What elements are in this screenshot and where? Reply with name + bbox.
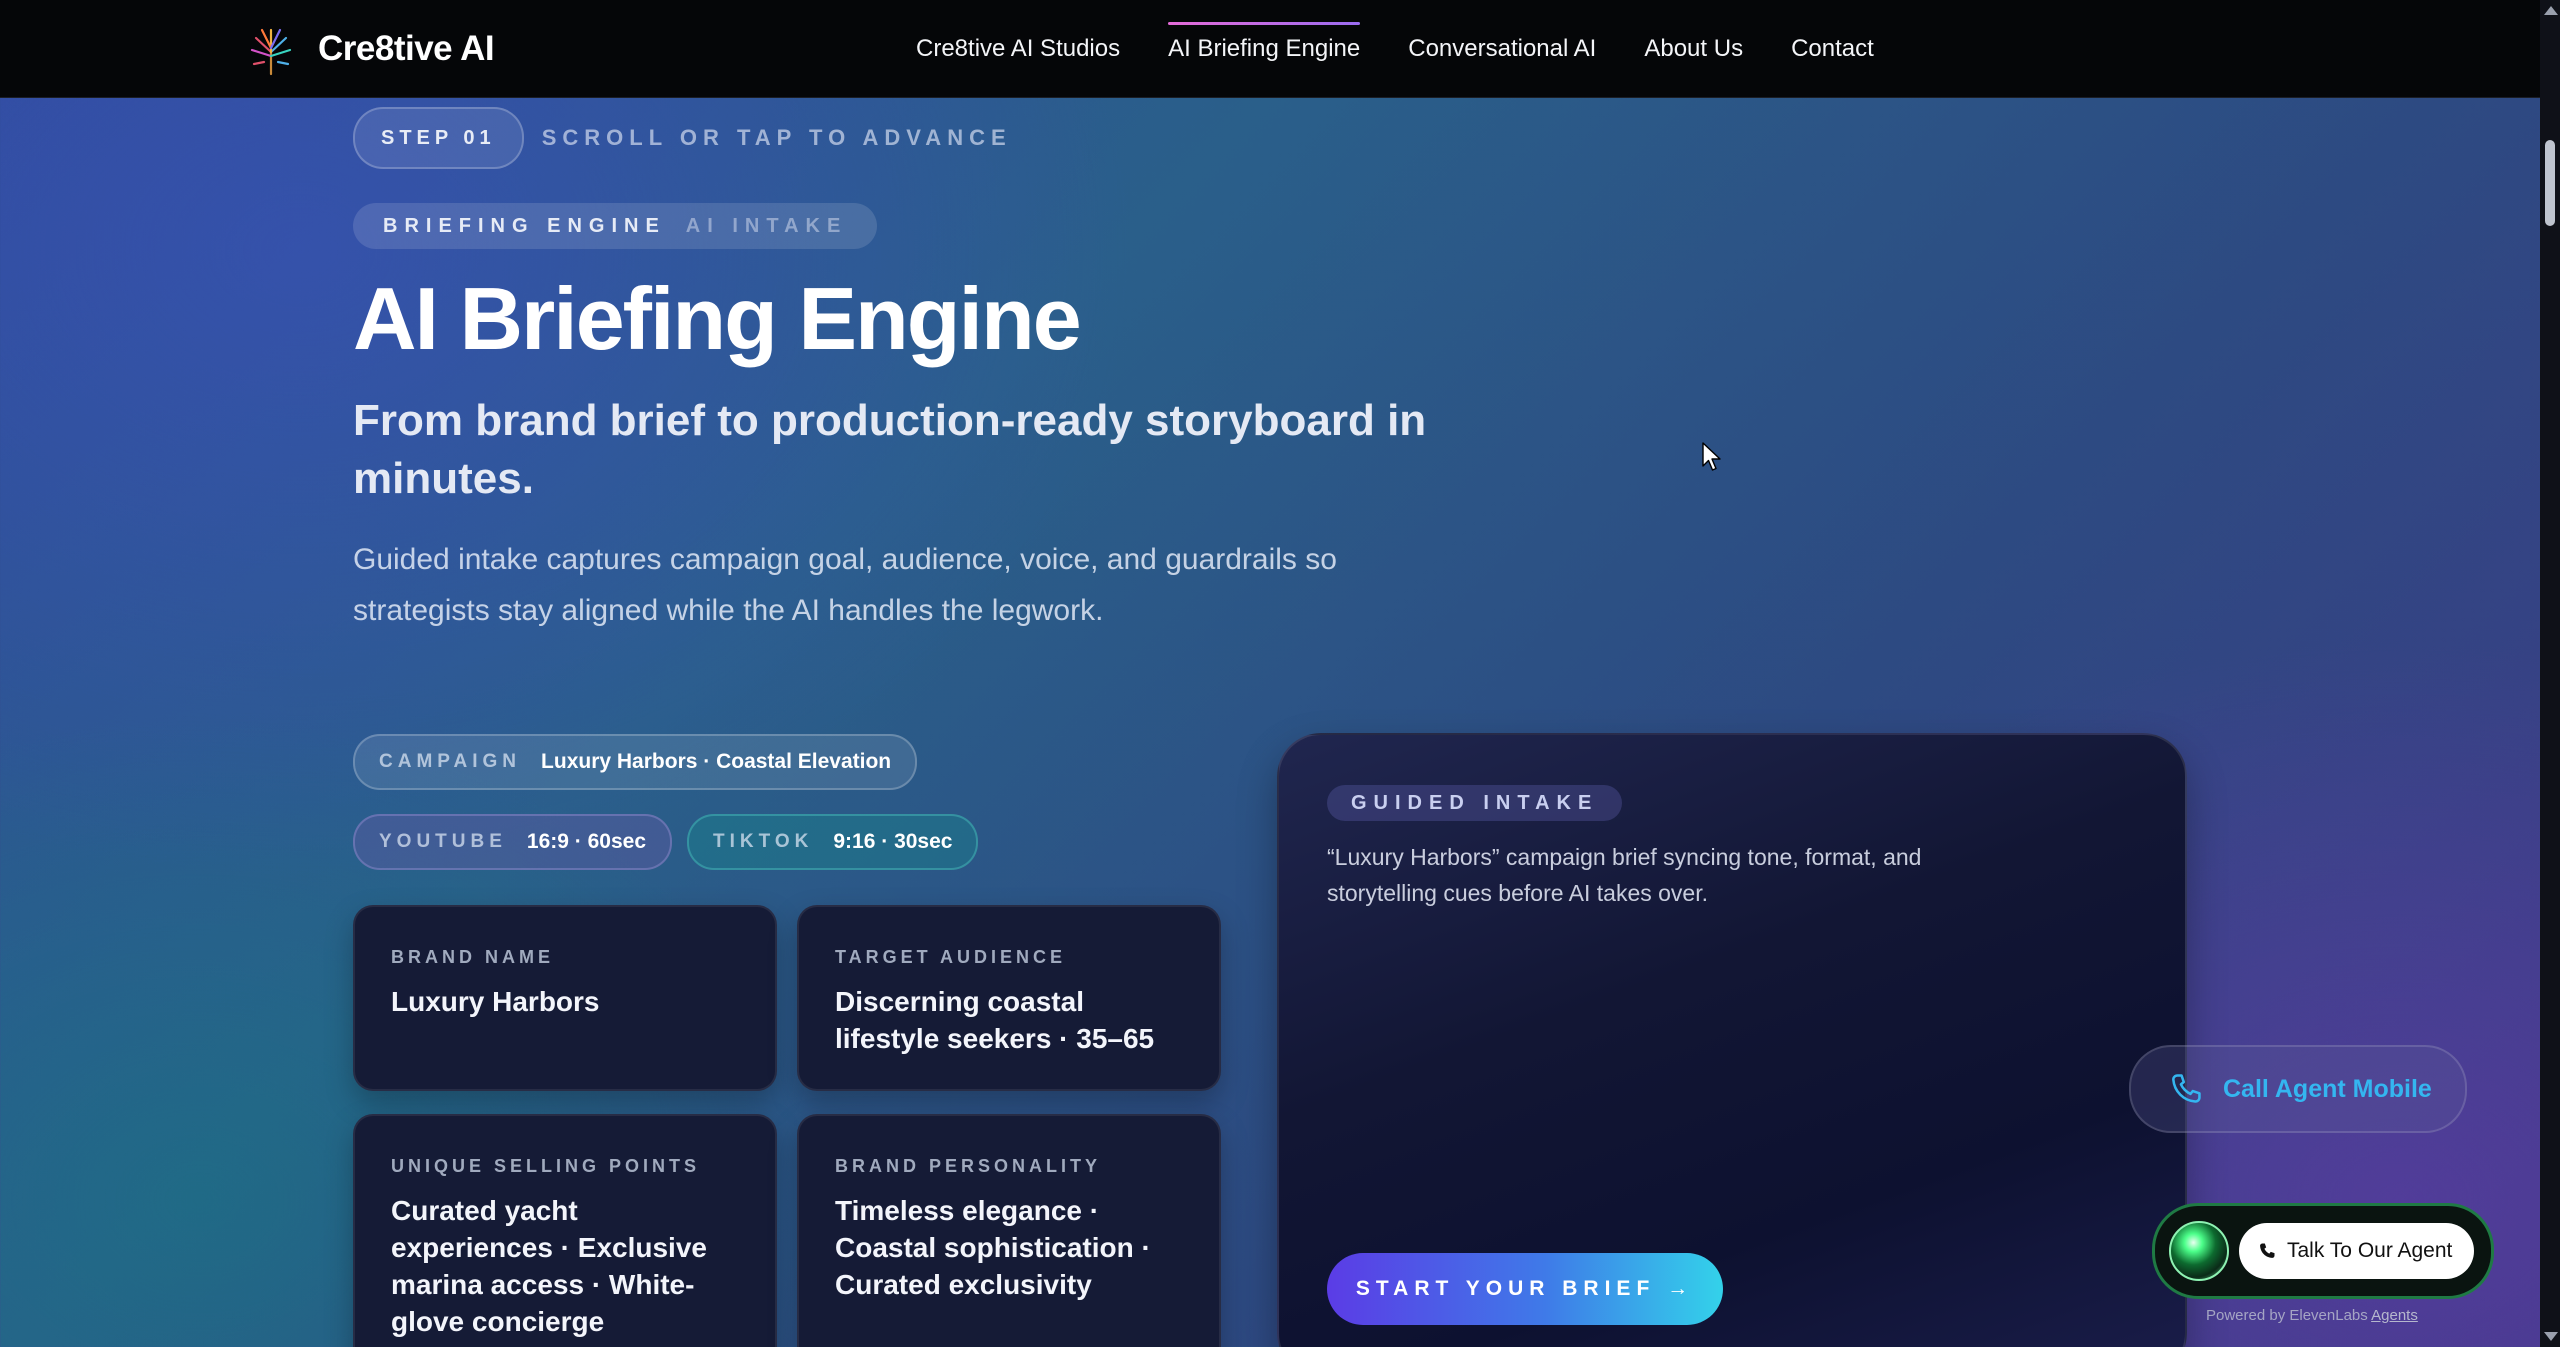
card-value: Discerning coastal lifestyle seekers · 3… [835,986,1155,1054]
elevenlabs-agent-widget: Talk To Our Agent [2152,1203,2494,1299]
tree-logo-icon [250,28,292,76]
tiktok-chip-key: TIKTOK [713,831,814,852]
page-title: AI Briefing Engine [353,269,1082,368]
guided-intake-text: “Luxury Harbors” campaign brief syncing … [1327,844,1922,906]
campaign-chip: CAMPAIGN Luxury Harbors · Coastal Elevat… [353,734,918,790]
call-agent-mobile-button[interactable]: Call Agent Mobile [2129,1045,2467,1133]
powered-by-footnote: Powered by ElevenLabs Agents [2206,1307,2418,1324]
nav-link-studios[interactable]: Cre8tive AI Studios [916,35,1120,63]
nav-link-conversational-ai[interactable]: Conversational AI [1408,35,1596,63]
unique-selling-points-card: UNIQUE SELLING POINTS Curated yacht expe… [353,1114,777,1347]
tiktok-format-chip: TIKTOK 9:16 · 30sec [687,814,979,870]
phone-icon [2172,1074,2201,1103]
card-label: UNIQUE SELLING POINTS [391,1156,701,1176]
phone-icon [2260,1243,2275,1258]
step-pill: STEP 01 [353,107,524,169]
nav-link-about-us[interactable]: About Us [1644,35,1743,63]
eyebrow-primary: BRIEFING ENGINE [383,214,666,237]
brand-personality-card: BRAND PERSONALITY Timeless elegance · Co… [797,1114,1221,1347]
guided-intake-badge: GUIDED INTAKE [1327,785,1623,821]
youtube-chip-value: 16:9 · 60sec [526,830,646,853]
step-indicator: STEP 01 SCROLL OR TAP TO ADVANCE [353,107,1012,169]
eyebrow-badge: BRIEFING ENGINE AI INTAKE [353,203,878,249]
brand-name: Cre8tive AI [318,29,495,68]
guided-intake-panel: GUIDED INTAKE “Luxury Harbors” campaign … [1277,733,2187,1347]
step-hint: SCROLL OR TAP TO ADVANCE [541,125,1012,150]
talk-to-agent-button[interactable]: Talk To Our Agent [2239,1223,2475,1279]
agent-orb-icon[interactable] [2169,1221,2229,1281]
youtube-format-chip: YOUTUBE 16:9 · 60sec [353,814,672,870]
powered-by-agents-link[interactable]: Agents [2371,1307,2418,1324]
nav-link-briefing-engine[interactable]: AI Briefing Engine [1168,21,1361,63]
card-label: BRAND NAME [391,947,554,967]
nav-link-contact[interactable]: Contact [1791,35,1874,63]
youtube-chip-key: YOUTUBE [379,831,507,852]
card-label: BRAND PERSONALITY [835,1156,1102,1176]
mouse-cursor-icon [1702,442,1721,471]
scroll-thumb[interactable] [2545,140,2555,226]
scroll-down-arrow-icon[interactable] [2544,1332,2558,1341]
eyebrow-secondary: AI INTAKE [685,214,848,237]
page-scrollbar[interactable] [2540,0,2560,1347]
nav-links: Cre8tive AI Studios AI Briefing Engine C… [916,0,1922,97]
call-agent-mobile-label: Call Agent Mobile [2223,1074,2432,1103]
card-value: Curated yacht experiences · Exclusive ma… [391,1195,707,1337]
tiktok-chip-value: 9:16 · 30sec [833,830,953,853]
campaign-chip-value: Luxury Harbors · Coastal Elevation [541,750,892,773]
brand[interactable]: Cre8tive AI [244,22,495,76]
powered-by-text: Powered by ElevenLabs [2206,1307,2368,1324]
card-value: Luxury Harbors [391,986,600,1017]
card-value: Timeless elegance · Coastal sophisticati… [835,1195,1151,1300]
talk-to-agent-label: Talk To Our Agent [2287,1239,2453,1262]
page-subtitle: From brand brief to production-ready sto… [353,396,1427,503]
top-navigation: Cre8tive AI Cre8tive AI Studios AI Brief… [0,0,2540,98]
start-brief-button[interactable]: START YOUR BRIEF → [1327,1253,1723,1325]
scroll-up-arrow-icon[interactable] [2544,6,2558,15]
brand-name-card: BRAND NAME Luxury Harbors [353,905,777,1091]
page-description: Guided intake captures campaign goal, au… [353,543,1337,627]
target-audience-card: TARGET AUDIENCE Discerning coastal lifes… [797,905,1221,1091]
card-label: TARGET AUDIENCE [835,947,1066,967]
campaign-chip-key: CAMPAIGN [379,751,522,772]
